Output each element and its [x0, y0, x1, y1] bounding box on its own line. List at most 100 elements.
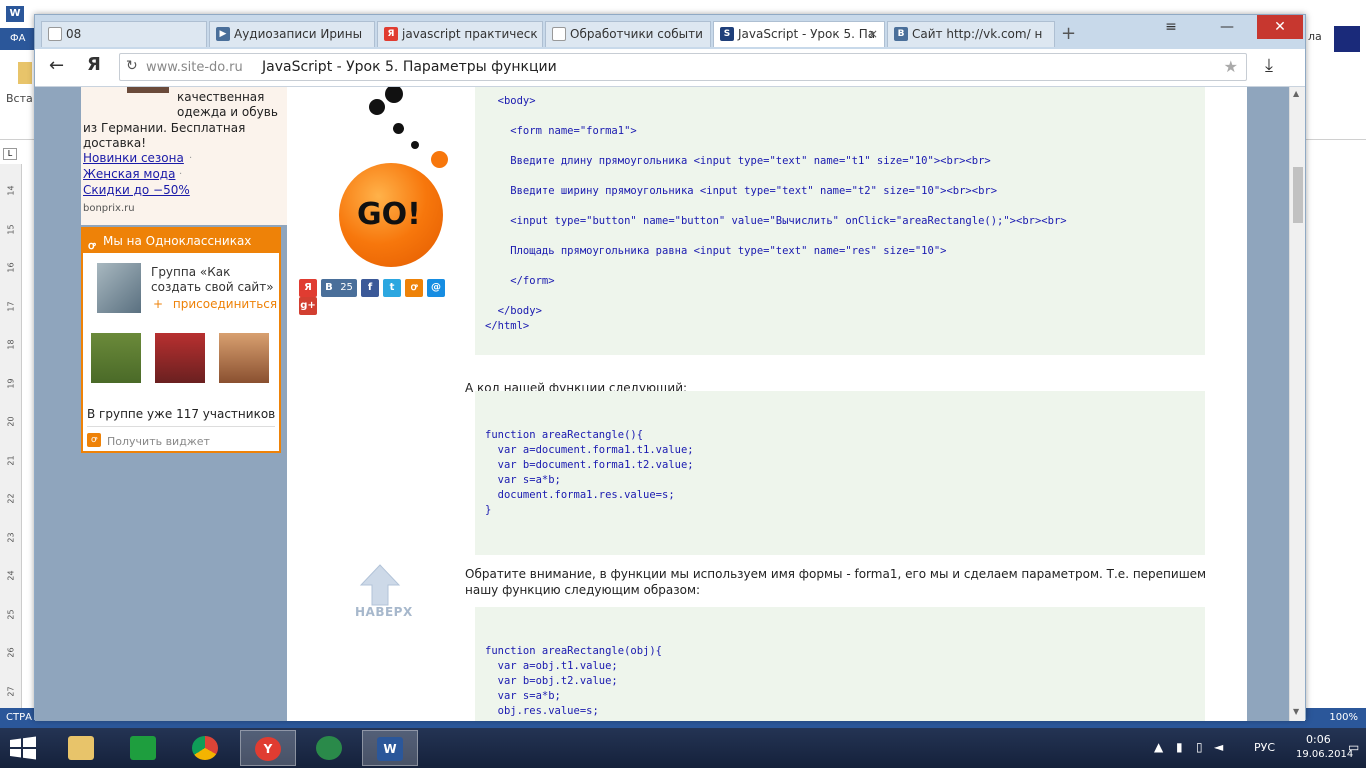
code-line: function areaRectangle(){ [485, 429, 644, 441]
url-domain: www.site-do.ru [146, 60, 243, 75]
word-icon[interactable]: W [6, 6, 24, 22]
clock-time[interactable]: 0:06 [1306, 733, 1331, 746]
get-widget-link[interactable]: Получить виджет [107, 435, 210, 448]
logo-dot [385, 87, 403, 103]
ruler-number: 22 [6, 493, 16, 504]
word-icon: W [377, 737, 403, 761]
taskbar-chrome[interactable] [178, 730, 234, 766]
chart-app-icon [316, 736, 342, 760]
avatar[interactable] [1334, 26, 1360, 52]
tab-event-handlers[interactable]: Обработчики событи [545, 21, 711, 47]
tab-label: javascript практическ [402, 27, 538, 41]
scroll-up-icon[interactable]: ▲ [1293, 89, 1299, 98]
scroll-down-icon[interactable]: ▼ [1293, 707, 1299, 716]
yandex-logo-icon[interactable]: Я [87, 54, 101, 75]
download-icon[interactable]: ⤓ [1265, 55, 1273, 76]
code-line: Введите ширину прямоугольника <input typ… [485, 185, 998, 197]
close-window-button[interactable]: ✕ [1257, 15, 1303, 39]
logo-dot [431, 151, 448, 168]
vertical-ruler: 14 15 16 17 18 19 20 21 22 23 24 25 26 27 [0, 164, 22, 708]
tab-08[interactable]: 08 [41, 21, 207, 47]
ruler-number: 20 [6, 416, 16, 427]
doc-icon [48, 27, 62, 41]
paste-icon[interactable] [18, 62, 32, 84]
vk-icon: B [325, 282, 333, 293]
new-tab-button[interactable]: + [1061, 23, 1076, 44]
tab-yandex-search[interactable]: Я javascript практическ [377, 21, 543, 47]
facebook-icon[interactable]: f [361, 279, 379, 297]
minimize-icon[interactable]: — [1215, 15, 1239, 39]
member-avatar[interactable] [155, 333, 205, 383]
url-page-title: JavaScript - Урок 5. Параметры функции [262, 59, 557, 75]
member-avatar[interactable] [219, 333, 269, 383]
widget-header[interactable]: ꝍ Мы на Одноклассниках [83, 229, 279, 253]
code-line: var s=a*b; [485, 690, 561, 702]
google-plus-icon[interactable]: g+ [299, 297, 317, 315]
ad-link[interactable]: Новинки сезона [83, 151, 184, 165]
join-link[interactable]: + присоединиться [153, 297, 277, 311]
mailru-icon[interactable]: @ [427, 279, 445, 297]
notification-icon[interactable]: ▭ [1348, 740, 1359, 754]
code-line: var a=obj.t1.value; [485, 660, 618, 672]
group-avatar[interactable] [97, 263, 141, 313]
paste-label: Вста [6, 92, 33, 105]
group-name[interactable]: Группа «Как создать свой сайт» [151, 265, 275, 295]
ruler-number: 16 [6, 262, 16, 273]
back-arrow-icon[interactable]: ← [49, 55, 64, 76]
scrollbar-thumb[interactable] [1293, 167, 1303, 223]
omnibox[interactable]: ↻ www.site-do.ru JavaScript - Урок 5. Па… [119, 53, 1247, 81]
ruler-number: 19 [6, 377, 16, 389]
taskbar-explorer[interactable] [54, 730, 110, 766]
power-icon[interactable]: ▯ [1196, 740, 1203, 754]
page-scrollbar[interactable]: ▲ ▼ [1289, 87, 1305, 721]
store-icon [130, 736, 156, 760]
site-icon: S [720, 27, 734, 41]
ad-link[interactable]: Женская мода [83, 167, 175, 181]
ruler-number: 27 [6, 685, 16, 697]
tab-vk[interactable]: B Сайт http://vk.com/ н [887, 21, 1055, 47]
folder-icon [68, 736, 94, 760]
member-avatar[interactable] [91, 333, 141, 383]
ruler-number: 24 [6, 570, 16, 581]
odnoklassniki-icon[interactable]: ꝍ [405, 279, 423, 297]
close-icon[interactable]: × [868, 22, 878, 46]
tab-stop-selector[interactable]: L [3, 148, 17, 160]
show-hidden-icons[interactable]: ▲ [1154, 740, 1163, 754]
taskbar-yandex-browser[interactable]: Y [240, 730, 296, 766]
vk-share-button[interactable]: B 25 [321, 279, 357, 297]
zoom-level[interactable]: 100% [1329, 708, 1358, 728]
share-count: 25 [340, 282, 353, 293]
word-file-tab[interactable]: ФА [0, 28, 36, 50]
volume-icon[interactable]: ◄ [1214, 740, 1223, 754]
scroll-top-label[interactable]: НАВЕРХ [355, 605, 413, 619]
main-content: GO! Я B 25 f t ꝍ @ g+ НАВЕРХ <body> <for… [287, 87, 1247, 721]
yandex-share-icon[interactable]: Я [299, 279, 317, 297]
divider [87, 426, 275, 427]
browser-window: 08 ▶ Аудиозаписи Ирины Я javascript прак… [34, 14, 1306, 721]
windows-start-icon[interactable] [8, 736, 38, 760]
code-block-html: <body> <form name="forma1"> Введите длин… [475, 87, 1205, 355]
ad-link[interactable]: Скидки до −50% [83, 183, 190, 197]
tab-label: Обработчики событи [570, 27, 703, 41]
network-icon[interactable]: ▮ [1176, 740, 1183, 754]
taskbar-word[interactable]: W [362, 730, 418, 766]
logo-dot [411, 141, 419, 149]
taskbar-store[interactable] [116, 730, 172, 766]
site-logo[interactable]: GO! [307, 87, 457, 297]
clock-date[interactable]: 19.06.2014 [1296, 749, 1353, 760]
taskbar-app[interactable] [302, 730, 358, 766]
taskbar: Y W ▲ ▮ ▯ ◄ РУС 0:06 19.06.2014 ▭ [0, 728, 1366, 768]
play-icon: ▶ [216, 27, 230, 41]
star-icon[interactable]: ★ [1224, 57, 1238, 76]
reload-icon[interactable]: ↻ [126, 58, 138, 74]
tab-audio[interactable]: ▶ Аудиозаписи Ирины [209, 21, 375, 47]
code-line: var b=obj.t2.value; [485, 675, 618, 687]
twitter-icon[interactable]: t [383, 279, 401, 297]
page-status[interactable]: СТРА [6, 708, 32, 728]
ruler-number: 17 [6, 300, 16, 312]
input-language[interactable]: РУС [1254, 741, 1275, 754]
tab-javascript-lesson[interactable]: S JavaScript - Урок 5. Па × [713, 21, 885, 47]
menu-icon[interactable]: ≡ [1159, 15, 1183, 39]
ad-banner[interactable]: качественная одежда и обувь из Германии.… [81, 87, 291, 225]
tab-strip: 08 ▶ Аудиозаписи Ирины Я javascript прак… [35, 15, 1305, 49]
